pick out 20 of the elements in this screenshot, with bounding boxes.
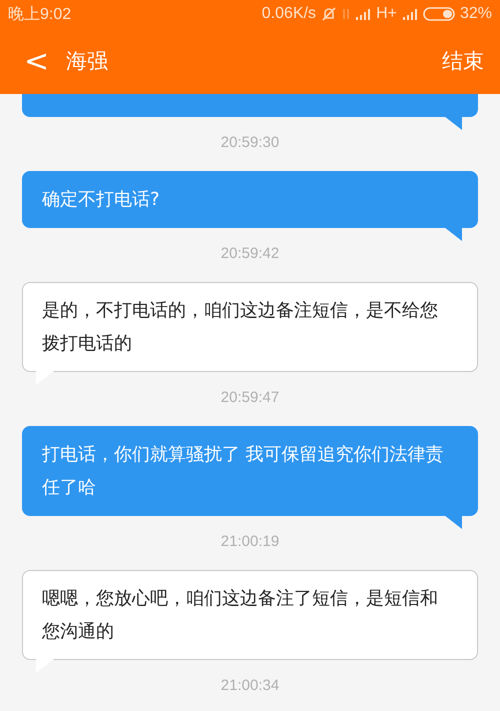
network-speed: 0.06K/s (262, 5, 316, 23)
signal-icon (402, 8, 418, 20)
message-time: 20:59:47 (220, 388, 280, 408)
sent-message: 确定不打电话? (22, 171, 478, 241)
message-time: 21:00:19 (220, 532, 280, 552)
alarm-off-icon (321, 6, 338, 22)
received-message: 是的，不打电话的，咱们这边备注短信，是不给您拨打电话的 (22, 282, 478, 385)
network-type: H+ (376, 5, 397, 23)
message-time: 20:59:30 (220, 133, 280, 153)
contact-name: 海强 (66, 48, 109, 75)
received-message: 嗯嗯，您放心吧，咱们这边备注了短信，是短信和您沟通的 (22, 570, 478, 673)
battery-percent: 32% (460, 5, 492, 23)
signal-icon (355, 8, 372, 20)
end-button[interactable]: 结束 (442, 47, 484, 75)
battery-icon (422, 7, 455, 21)
sent-message: 打电话，你们就算骚扰了 我可保留追究你们法律责任了哈 (22, 426, 478, 529)
message-time: 21:00:34 (220, 676, 280, 696)
back-button[interactable]: < (20, 44, 48, 78)
message-time: 20:59:42 (220, 244, 280, 264)
status-time: 晚上9:02 (8, 4, 72, 24)
